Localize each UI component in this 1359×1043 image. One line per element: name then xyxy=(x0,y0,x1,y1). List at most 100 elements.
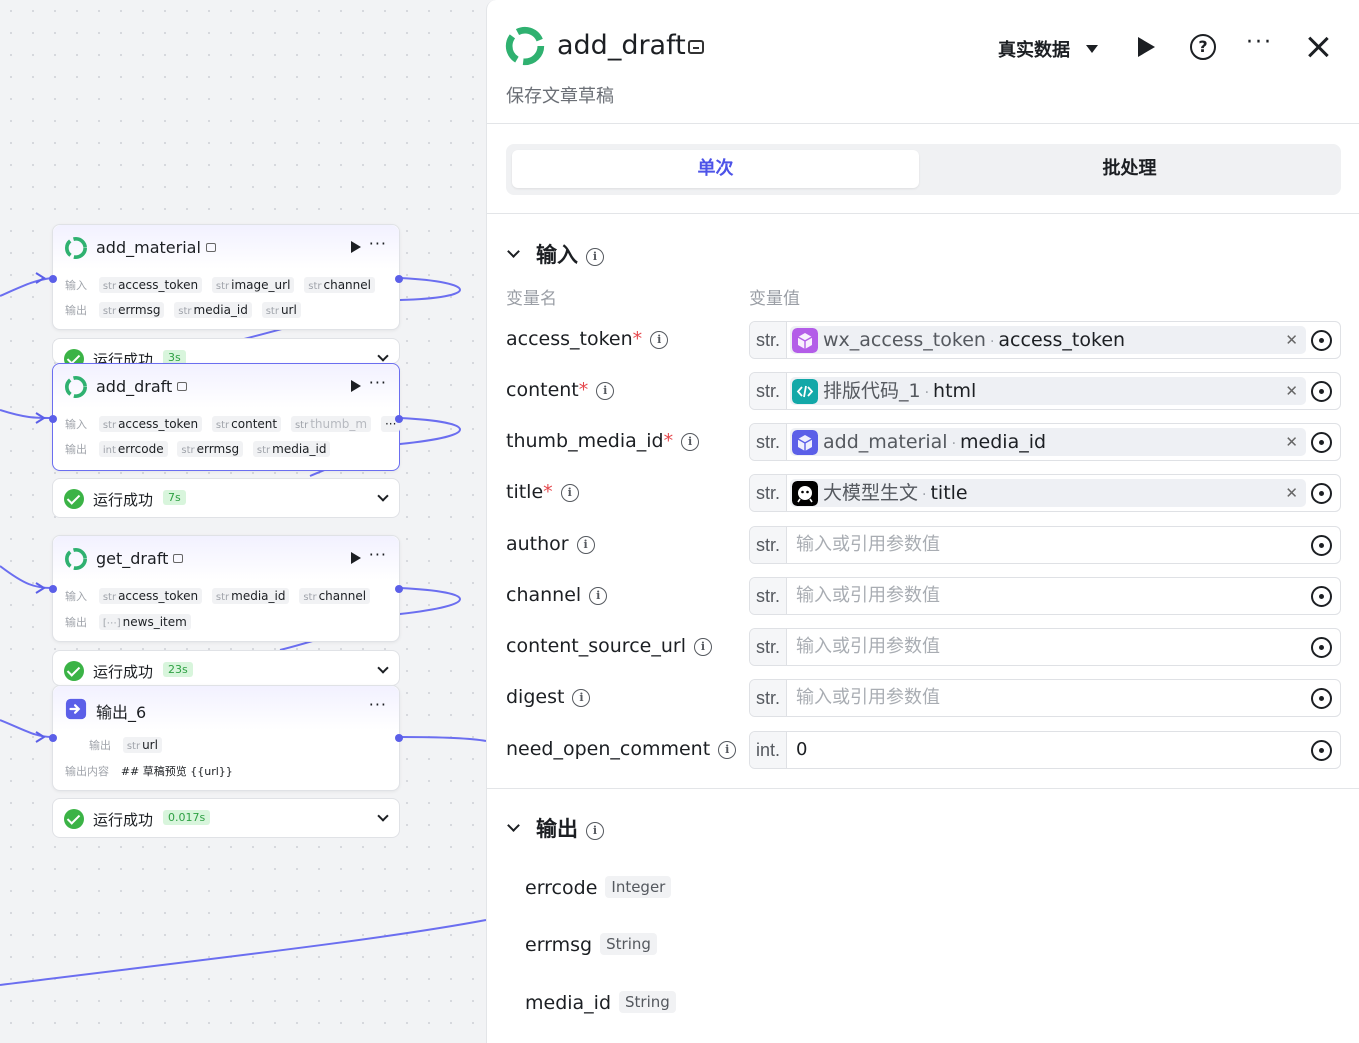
param-input[interactable]: 0 xyxy=(796,732,807,768)
column-header-name: 变量名 xyxy=(506,289,557,309)
lock-icon xyxy=(177,382,188,391)
plugin-logo-icon xyxy=(505,26,545,66)
reference-target-icon[interactable] xyxy=(1311,688,1332,709)
node-output-6[interactable]: 输出_6 ··· 输出 str url 输出内容 ## 草稿预览 {{url}} xyxy=(49,685,403,791)
info-icon[interactable]: i xyxy=(560,484,579,502)
param-label: content* i xyxy=(506,379,615,401)
info-icon[interactable]: i xyxy=(576,536,595,554)
more-icon[interactable]: ··· xyxy=(369,695,387,714)
panel-title[interactable]: add_draft xyxy=(557,30,686,61)
chevron-down-icon[interactable] xyxy=(377,810,389,822)
node-inputs: 输入 str access_token str image_url str chann… xyxy=(65,277,381,293)
more-icon[interactable]: ··· xyxy=(1246,30,1273,55)
output-port[interactable] xyxy=(395,734,403,742)
panel-subtitle[interactable]: 保存文章草稿 xyxy=(506,82,614,108)
input-port[interactable] xyxy=(49,415,57,423)
bot-icon xyxy=(792,481,818,506)
node-run-status[interactable]: 运行成功 7s xyxy=(52,478,400,518)
param-input[interactable]: 输入或引用参数值 xyxy=(796,680,940,716)
clear-icon[interactable]: ✕ xyxy=(1285,479,1298,507)
output-port[interactable] xyxy=(395,415,403,423)
param-input[interactable]: 输入或引用参数值 xyxy=(796,629,940,665)
input-port[interactable] xyxy=(49,275,57,283)
clear-icon[interactable]: ✕ xyxy=(1285,428,1298,456)
node-run-status[interactable]: 运行成功 3s xyxy=(52,338,400,364)
run-icon[interactable] xyxy=(351,380,361,392)
reference-target-icon[interactable] xyxy=(1311,381,1332,402)
param-field-thumb-media-id[interactable]: str. add_material · media_id ✕ xyxy=(749,423,1341,461)
node-detail-panel: add_draft 保存文章草稿 真实数据 ? ··· 单次 批处理 输入 i 变… xyxy=(486,0,1359,1043)
run-icon[interactable] xyxy=(351,552,361,564)
clear-icon[interactable]: ✕ xyxy=(1285,377,1298,405)
input-port[interactable] xyxy=(49,734,57,742)
chevron-down-icon[interactable] xyxy=(377,350,389,362)
success-icon xyxy=(64,661,84,681)
reference-target-icon[interactable] xyxy=(1311,740,1332,761)
node-run-status[interactable]: 运行成功 0.017s xyxy=(52,798,400,838)
param-field-access-token[interactable]: str. wx_access_token · access_token ✕ xyxy=(749,321,1341,359)
output-port[interactable] xyxy=(395,275,403,283)
param-input[interactable]: 输入或引用参数值 xyxy=(796,527,940,563)
divider xyxy=(487,123,1359,124)
info-icon[interactable]: i xyxy=(572,689,591,707)
cube-icon xyxy=(792,430,818,455)
param-field-content-source-url[interactable]: str. 输入或引用参数值 xyxy=(749,628,1341,666)
lock-icon xyxy=(205,243,216,252)
node-get-draft[interactable]: get_draft ··· 输入 str access_token str medi… xyxy=(49,535,403,642)
info-icon[interactable]: i xyxy=(681,433,700,451)
plugin-logo-icon xyxy=(65,237,87,259)
chevron-down-icon[interactable] xyxy=(377,662,389,674)
reference-chip[interactable]: 排版代码_1 · html ✕ xyxy=(790,377,1306,405)
param-label: channel i xyxy=(506,584,608,606)
info-icon[interactable]: i xyxy=(589,587,608,605)
close-icon[interactable] xyxy=(1307,36,1329,58)
param-input[interactable]: 输入或引用参数值 xyxy=(796,578,940,614)
param-field-title[interactable]: str. 大模型生文 · title ✕ xyxy=(749,474,1341,512)
info-icon[interactable]: i xyxy=(596,382,615,400)
reference-target-icon[interactable] xyxy=(1311,330,1332,351)
lock-icon xyxy=(173,554,184,563)
reference-target-icon[interactable] xyxy=(1311,432,1332,453)
tab-single[interactable]: 单次 xyxy=(512,150,919,188)
info-icon[interactable]: i xyxy=(586,248,604,266)
input-port[interactable] xyxy=(49,585,57,593)
output-section-header[interactable]: 输出 i xyxy=(507,813,604,843)
output-port[interactable] xyxy=(395,585,403,593)
param-label: need_open_comment i xyxy=(506,738,737,760)
info-icon[interactable]: i xyxy=(693,638,712,656)
reference-chip[interactable]: wx_access_token · access_token ✕ xyxy=(790,326,1306,354)
node-add-draft[interactable]: add_draft ··· 输入 str access_token str cont… xyxy=(49,363,403,471)
reference-target-icon[interactable] xyxy=(1311,535,1332,556)
reference-chip[interactable]: 大模型生文 · title ✕ xyxy=(790,479,1306,507)
param-field-content[interactable]: str. 排版代码_1 · html ✕ xyxy=(749,372,1341,410)
param-field-digest[interactable]: str. 输入或引用参数值 xyxy=(749,679,1341,717)
param-field-need-open-comment[interactable]: int. 0 xyxy=(749,731,1341,769)
more-icon[interactable]: ··· xyxy=(369,373,387,392)
info-icon[interactable]: i xyxy=(586,822,604,840)
reference-target-icon[interactable] xyxy=(1311,637,1332,658)
clear-icon[interactable]: ✕ xyxy=(1285,326,1298,354)
help-icon[interactable]: ? xyxy=(1190,34,1216,60)
more-icon[interactable]: ··· xyxy=(369,234,387,253)
param-field-author[interactable]: str. 输入或引用参数值 xyxy=(749,526,1341,564)
data-mode-select[interactable]: 真实数据 xyxy=(998,36,1070,62)
caret-down-icon[interactable] xyxy=(1086,45,1098,53)
info-icon[interactable]: i xyxy=(650,331,669,349)
chevron-down-icon[interactable] xyxy=(507,245,520,258)
output-item: errmsg String xyxy=(525,933,657,956)
input-section-header[interactable]: 输入 i xyxy=(507,239,604,269)
node-run-status[interactable]: 运行成功 23s xyxy=(52,650,400,686)
chevron-down-icon[interactable] xyxy=(507,819,520,832)
info-icon[interactable]: i xyxy=(718,741,737,759)
run-icon[interactable] xyxy=(1138,37,1155,57)
tab-batch[interactable]: 批处理 xyxy=(926,150,1333,188)
reference-target-icon[interactable] xyxy=(1311,483,1332,504)
node-add-material[interactable]: add_material ··· 输入 str access_token str i… xyxy=(49,224,403,330)
run-icon[interactable] xyxy=(351,241,361,253)
lock-icon xyxy=(688,40,704,54)
param-field-channel[interactable]: str. 输入或引用参数值 xyxy=(749,577,1341,615)
reference-chip[interactable]: add_material · media_id ✕ xyxy=(790,428,1306,456)
more-icon[interactable]: ··· xyxy=(369,545,387,564)
chevron-down-icon[interactable] xyxy=(377,490,389,502)
reference-target-icon[interactable] xyxy=(1311,586,1332,607)
